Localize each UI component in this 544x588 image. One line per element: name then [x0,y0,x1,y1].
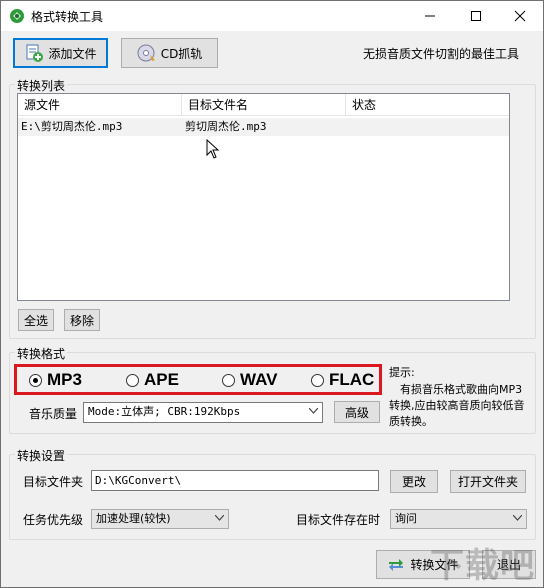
radio-ape[interactable] [126,373,139,387]
format-option-wav[interactable]: WAV [222,368,277,392]
convert-format-group-label: 转换格式 [15,345,68,362]
change-folder-label: 更改 [401,475,426,489]
slogan-text: 无损音质文件切割的最佳工具 [363,47,520,61]
format-option-ape[interactable]: APE [126,368,179,392]
radio-mp3[interactable] [29,373,42,387]
convert-icon [389,558,404,571]
title-bar: 格式转换工具 [1,1,543,31]
format-flac-label: FLAC [329,370,375,389]
app-window: 格式转换工具 添加文件 CD抓轨 无损音质文件切割的最佳工具 转换列表 源文件 … [0,0,544,588]
column-header-source[interactable]: 源文件 [18,94,182,116]
add-file-button[interactable]: 添加文件 [13,38,108,68]
format-option-flac[interactable]: FLAC [311,368,374,392]
priority-value: 加速处理(较快) [96,512,171,525]
minimize-button[interactable] [407,1,453,31]
chevron-down-icon [215,515,224,521]
minimize-icon [425,15,435,17]
table-row[interactable]: E:\剪切周杰伦.mp3 剪切周杰伦.mp3 [18,118,509,136]
open-folder-label: 打开文件夹 [457,475,518,489]
select-all-label: 全选 [23,313,48,328]
radio-flac[interactable] [311,373,324,387]
add-file-icon [26,44,44,62]
column-header-target[interactable]: 目标文件名 [182,94,346,116]
target-exists-value: 询问 [395,512,417,525]
hint-text: 有损音乐格式歌曲向MP3转换,应由较高音质向较低音质转换。 [389,383,525,428]
quality-label: 音乐质量 [29,407,78,421]
priority-label: 任务优先级 [23,513,84,527]
target-folder-input[interactable]: D:\KGConvert\ [91,470,379,491]
maximize-button[interactable] [453,1,499,31]
convert-settings-group-label: 转换设置 [15,447,68,464]
mouse-cursor-icon [206,139,220,159]
list-header: 源文件 目标文件名 状态 [18,94,509,116]
change-folder-button[interactable]: 更改 [390,470,438,493]
cd-icon [137,44,155,62]
quality-select[interactable]: Mode:立体声; CBR:192Kbps [83,402,323,423]
hint-title: 提示: [389,366,415,379]
quality-value: Mode:立体声; CBR:192Kbps [88,405,241,418]
column-header-status[interactable]: 状态 [346,94,509,116]
target-folder-label: 目标文件夹 [23,475,84,489]
format-ape-label: APE [144,370,179,389]
close-icon [514,10,526,22]
row-target-cell: 剪切周杰伦.mp3 [185,120,267,133]
format-wav-label: WAV [240,370,278,389]
chevron-down-icon [513,515,522,521]
open-folder-button[interactable]: 打开文件夹 [450,470,526,493]
format-option-mp3[interactable]: MP3 [29,368,82,392]
target-exists-select[interactable]: 询问 [390,509,527,529]
row-status-cell [346,118,509,136]
convert-list-group-label: 转换列表 [15,77,68,94]
format-mp3-label: MP3 [47,370,82,389]
radio-wav[interactable] [222,373,235,387]
priority-select[interactable]: 加速处理(较快) [91,509,229,529]
add-file-label: 添加文件 [48,46,97,61]
cd-rip-label: CD抓轨 [160,46,203,61]
watermark-text: 下载吧 [430,547,535,585]
close-button[interactable] [497,1,543,31]
advanced-button[interactable]: 高级 [334,401,380,423]
target-exists-label: 目标文件存在时 [296,513,381,527]
chevron-down-icon [309,408,318,414]
row-source-cell: E:\剪切周杰伦.mp3 [21,120,123,133]
app-logo-icon [9,8,25,24]
remove-label: 移除 [69,313,94,328]
window-title: 格式转换工具 [31,10,104,24]
remove-button[interactable]: 移除 [64,309,100,331]
convert-list-view[interactable]: 源文件 目标文件名 状态 E:\剪切周杰伦.mp3 剪切周杰伦.mp3 [17,93,510,301]
cd-rip-button[interactable]: CD抓轨 [121,38,218,68]
select-all-button[interactable]: 全选 [18,309,54,331]
advanced-label: 高级 [344,405,369,420]
maximize-icon [471,11,481,21]
